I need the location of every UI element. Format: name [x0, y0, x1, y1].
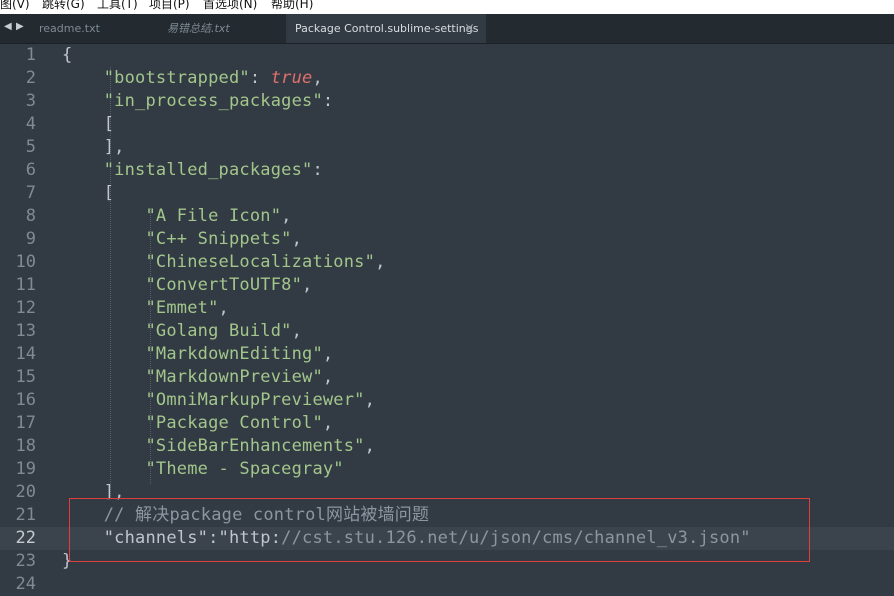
code-line[interactable]: 1{ [0, 44, 894, 67]
code-line[interactable]: 16 "OmniMarkupPreviewer", [0, 389, 894, 412]
line-code-text[interactable]: "OmniMarkupPreviewer", [62, 389, 375, 412]
line-number: 12 [15, 298, 36, 318]
code-line[interactable]: 19 "Theme - Spacegray" [0, 458, 894, 481]
line-number: 1 [25, 45, 36, 65]
code-line[interactable]: 23} [0, 550, 894, 573]
tab-readme[interactable]: readme.txt [39, 14, 159, 43]
tab-label: 易错总结.txt [167, 22, 230, 35]
line-number: 18 [15, 436, 36, 456]
line-number: 20 [15, 482, 36, 502]
line-code-text[interactable]: "SideBarEnhancements", [62, 435, 375, 458]
line-code-text[interactable]: "MarkdownPreview", [62, 366, 333, 389]
line-number: 21 [15, 505, 36, 525]
tab-label: Package Control.sublime-settings [295, 22, 479, 35]
code-line[interactable]: 20 ], [0, 481, 894, 504]
line-number: 2 [25, 68, 36, 88]
line-code-text[interactable]: "Golang Build", [62, 320, 302, 343]
line-code-text[interactable]: "installed_packages": [62, 159, 323, 182]
code-line[interactable]: 9 "C++ Snippets", [0, 228, 894, 251]
code-line[interactable]: 11 "ConvertToUTF8", [0, 274, 894, 297]
code-line[interactable]: 17 "Package Control", [0, 412, 894, 435]
line-number: 7 [25, 183, 36, 203]
code-line[interactable]: 3 "in_process_packages": [0, 90, 894, 113]
code-line[interactable]: 10 "ChineseLocalizations", [0, 251, 894, 274]
line-number: 11 [15, 275, 36, 295]
line-code-text[interactable]: ], [62, 481, 125, 504]
line-number: 6 [25, 160, 36, 180]
line-number: 5 [25, 137, 36, 157]
line-code-text[interactable]: "bootstrapped": true, [62, 67, 323, 90]
line-code-text[interactable]: "in_process_packages": [62, 90, 333, 113]
code-editor[interactable]: 1{2 "bootstrapped": true, 3 "in_process_p… [0, 44, 894, 594]
line-number: 8 [25, 206, 36, 226]
line-code-text[interactable]: "Emmet", [62, 297, 229, 320]
line-number: 15 [15, 367, 36, 387]
tab-bar: ◀ ▶ readme.txt 易错总结.txt Package Control.… [0, 14, 894, 44]
code-line[interactable]: 6 "installed_packages": [0, 159, 894, 182]
line-code-text[interactable]: "C++ Snippets", [62, 228, 302, 251]
line-code-text[interactable]: [ [62, 113, 114, 136]
menu-preferences[interactable]: 首选项(N) [203, 0, 257, 11]
line-number: 22 [15, 528, 36, 548]
line-number: 13 [15, 321, 36, 341]
menu-goto[interactable]: 跳转(G) [42, 0, 85, 11]
menu-help[interactable]: 帮助(H) [271, 0, 313, 11]
line-number: 10 [15, 252, 36, 272]
menu-tools[interactable]: 工具(T) [97, 0, 138, 11]
menu-bar: 图(V) 跳转(G) 工具(T) 项目(P) 首选项(N) 帮助(H) [0, 0, 894, 14]
code-line[interactable]: 4 [ [0, 113, 894, 136]
code-line[interactable]: 12 "Emmet", [0, 297, 894, 320]
line-code-text[interactable]: ], [62, 136, 125, 159]
tab-label: readme.txt [39, 22, 100, 35]
line-code-text[interactable]: "ConvertToUTF8", [62, 274, 312, 297]
tab-package-control-settings[interactable]: Package Control.sublime-settings × [286, 14, 486, 43]
line-code-text[interactable]: "ChineseLocalizations", [62, 251, 386, 274]
menu-view[interactable]: 图(V) [0, 0, 30, 11]
code-line[interactable]: 2 "bootstrapped": true, [0, 67, 894, 90]
line-number: 4 [25, 114, 36, 134]
line-number: 14 [15, 344, 36, 364]
line-code-text[interactable]: [ [62, 182, 114, 205]
line-code-text[interactable]: // 解决package control网站被墙问题 [62, 504, 429, 527]
line-code-text[interactable]: "A File Icon", [62, 205, 292, 228]
code-line[interactable]: 5 ], [0, 136, 894, 159]
code-line[interactable]: 13 "Golang Build", [0, 320, 894, 343]
close-icon[interactable]: × [464, 14, 475, 43]
line-code-text[interactable]: { [62, 44, 72, 67]
code-line[interactable]: 7 [ [0, 182, 894, 205]
tab-prev-icon[interactable]: ◀ [4, 21, 12, 32]
line-number: 17 [15, 413, 36, 433]
line-code-text[interactable]: "channels":"http://cst.stu.126.net/u/jso… [62, 527, 751, 550]
code-line[interactable]: 18 "SideBarEnhancements", [0, 435, 894, 458]
code-line[interactable]: 14 "MarkdownEditing", [0, 343, 894, 366]
tab-error-summary[interactable]: 易错总结.txt [167, 14, 277, 43]
line-number: 23 [15, 551, 36, 571]
code-line[interactable]: 15 "MarkdownPreview", [0, 366, 894, 389]
line-number: 16 [15, 390, 36, 410]
code-line[interactable]: 8 "A File Icon", [0, 205, 894, 228]
line-code-text[interactable]: "Package Control", [62, 412, 333, 435]
code-line[interactable]: 22 "channels":"http://cst.stu.126.net/u/… [0, 527, 894, 550]
line-number: 19 [15, 459, 36, 479]
line-code-text[interactable]: } [62, 550, 72, 573]
line-code-text[interactable]: "MarkdownEditing", [62, 343, 333, 366]
tab-next-icon[interactable]: ▶ [16, 21, 24, 32]
code-line[interactable]: 21 // 解决package control网站被墙问题 [0, 504, 894, 527]
line-number: 3 [25, 91, 36, 111]
line-code-text[interactable]: "Theme - Spacegray" [62, 458, 344, 481]
line-number: 9 [25, 229, 36, 249]
menu-project[interactable]: 项目(P) [149, 0, 190, 11]
